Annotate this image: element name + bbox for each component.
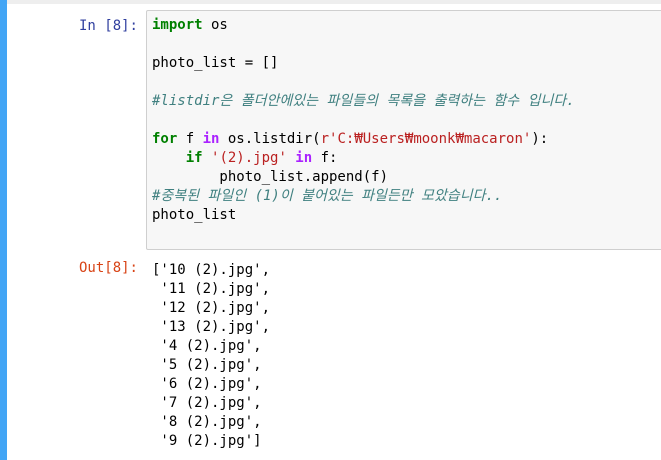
output-line: '5 (2).jpg', bbox=[152, 357, 262, 373]
output-line: '11 (2).jpg', bbox=[152, 281, 271, 297]
code-append-line: photo_list.append(f) bbox=[152, 169, 389, 185]
code-keyword-for: for bbox=[152, 131, 178, 147]
output-prompt: Out[8]: bbox=[78, 260, 138, 276]
code-last-expression: photo_list bbox=[152, 207, 237, 223]
code-for-var: f bbox=[177, 131, 203, 147]
output-line: '4 (2).jpg', bbox=[152, 338, 262, 354]
code-match-string: '(2).jpg' bbox=[211, 150, 287, 166]
code-path-string: r'C:₩Users₩moonk₩macaron' bbox=[320, 131, 532, 147]
cell-output: ['10 (2).jpg', '11 (2).jpg', '12 (2).jpg… bbox=[152, 261, 270, 451]
output-line: '13 (2).jpg', bbox=[152, 319, 271, 335]
code-comment-duplicates: #중복된 파일인 (1)이 붙어있는 파일든만 모았습니다.. bbox=[152, 188, 503, 204]
code-assignment: photo_list = bbox=[152, 55, 262, 71]
code-keyword-in: in bbox=[202, 131, 220, 147]
code-listdir-call: os.listdir( bbox=[219, 131, 321, 147]
output-line: '6 (2).jpg', bbox=[152, 376, 262, 392]
code-keyword-if: if bbox=[185, 150, 203, 166]
output-line: '12 (2).jpg', bbox=[152, 300, 271, 316]
code-module-name: os bbox=[202, 17, 228, 33]
code-listdir-close: ): bbox=[531, 131, 549, 147]
previous-cell-edge bbox=[7, 0, 661, 4]
output-line: '7 (2).jpg', bbox=[152, 395, 262, 411]
code-empty-list: [] bbox=[261, 55, 279, 71]
output-line: ['10 (2).jpg', bbox=[152, 262, 271, 278]
code-editor[interactable]: import os photo_list = [] #listdir은 폴더안에… bbox=[152, 16, 657, 225]
output-line: '8 (2).jpg', bbox=[152, 414, 262, 430]
code-keyword-in-2: in bbox=[286, 150, 313, 166]
code-keyword-import: import bbox=[152, 17, 203, 33]
code-comment-listdir: #listdir은 폴더안에있는 파일들의 목록을 출력하는 함수 입니다. bbox=[152, 93, 575, 109]
code-if-tail: f: bbox=[312, 150, 338, 166]
output-line: '9 (2).jpg'] bbox=[152, 433, 262, 449]
input-prompt: In [8]: bbox=[78, 18, 138, 34]
